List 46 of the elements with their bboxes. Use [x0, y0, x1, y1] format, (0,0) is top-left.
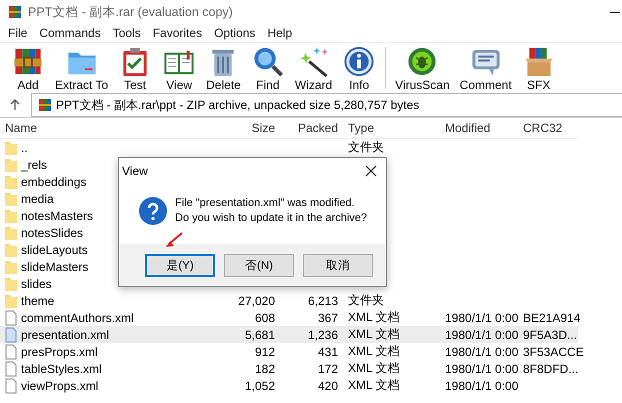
table-cell: 608: [254, 310, 275, 324]
file-name: viewProps.xml: [21, 378, 98, 392]
file-name: slides: [21, 276, 52, 290]
table-cell: 182: [254, 362, 275, 376]
file-name: tableStyles.xml: [21, 362, 102, 376]
table-cell: 8F8DFD...: [523, 362, 578, 376]
file-name: media: [21, 192, 54, 206]
table-cell: 912: [254, 344, 275, 358]
table-cell: 172: [318, 362, 338, 376]
file-name: commentAuthors.xml: [21, 310, 134, 324]
file-name: _rels: [21, 158, 48, 172]
table-cell: XML 文档: [348, 344, 400, 358]
table-cell: 1980/1/1 0:00: [445, 378, 518, 392]
table-cell: 1980/1/1 0:00: [445, 310, 518, 324]
file-name: theme: [21, 294, 54, 308]
table-cell: XML 文档: [348, 378, 400, 392]
table-cell: 420: [318, 378, 338, 392]
table-cell: 1980/1/1 0:00: [445, 344, 518, 358]
file-name: notesSlides: [21, 226, 84, 240]
table-cell: 367: [318, 310, 338, 324]
file-name: presProps.xml: [21, 344, 98, 358]
file-name: slideLayouts: [21, 242, 88, 256]
file-name: slideMasters: [21, 260, 88, 274]
table-cell: 431: [318, 344, 338, 358]
table-cell: 6,213: [308, 294, 338, 308]
file-name: presentation.xml: [21, 328, 110, 342]
table-cell: 3F53ACCE: [523, 344, 584, 358]
file-name: ..: [21, 140, 28, 154]
file-name: embeddings: [21, 174, 86, 188]
table-cell: 文件夹: [348, 140, 384, 154]
table-cell: BE21A914: [523, 310, 580, 324]
window-title: PPT文档 - 副本.rar (evaluation copy): [28, 4, 234, 20]
file-name: notesMasters: [21, 208, 94, 222]
table-cell: 1,236: [308, 328, 338, 342]
table-cell: 9F5A3D...: [523, 328, 578, 342]
table-cell: 1980/1/1 0:00: [445, 362, 518, 376]
dialog-message: File "presentation.xml" was modified. Do you wish to update it in the archive?: [175, 196, 368, 226]
table-cell: 5,681: [244, 328, 275, 342]
table-cell: 1,052: [244, 378, 275, 392]
table-cell: 27,020: [238, 294, 275, 308]
table-cell: XML 文档: [348, 310, 400, 324]
table-cell: XML 文档: [348, 327, 400, 341]
table-cell: XML 文档: [348, 361, 400, 375]
table-cell: 1980/1/1 0:00: [445, 328, 518, 342]
table-cell: 文件夹: [348, 293, 384, 307]
dialog-title: View: [122, 164, 149, 178]
